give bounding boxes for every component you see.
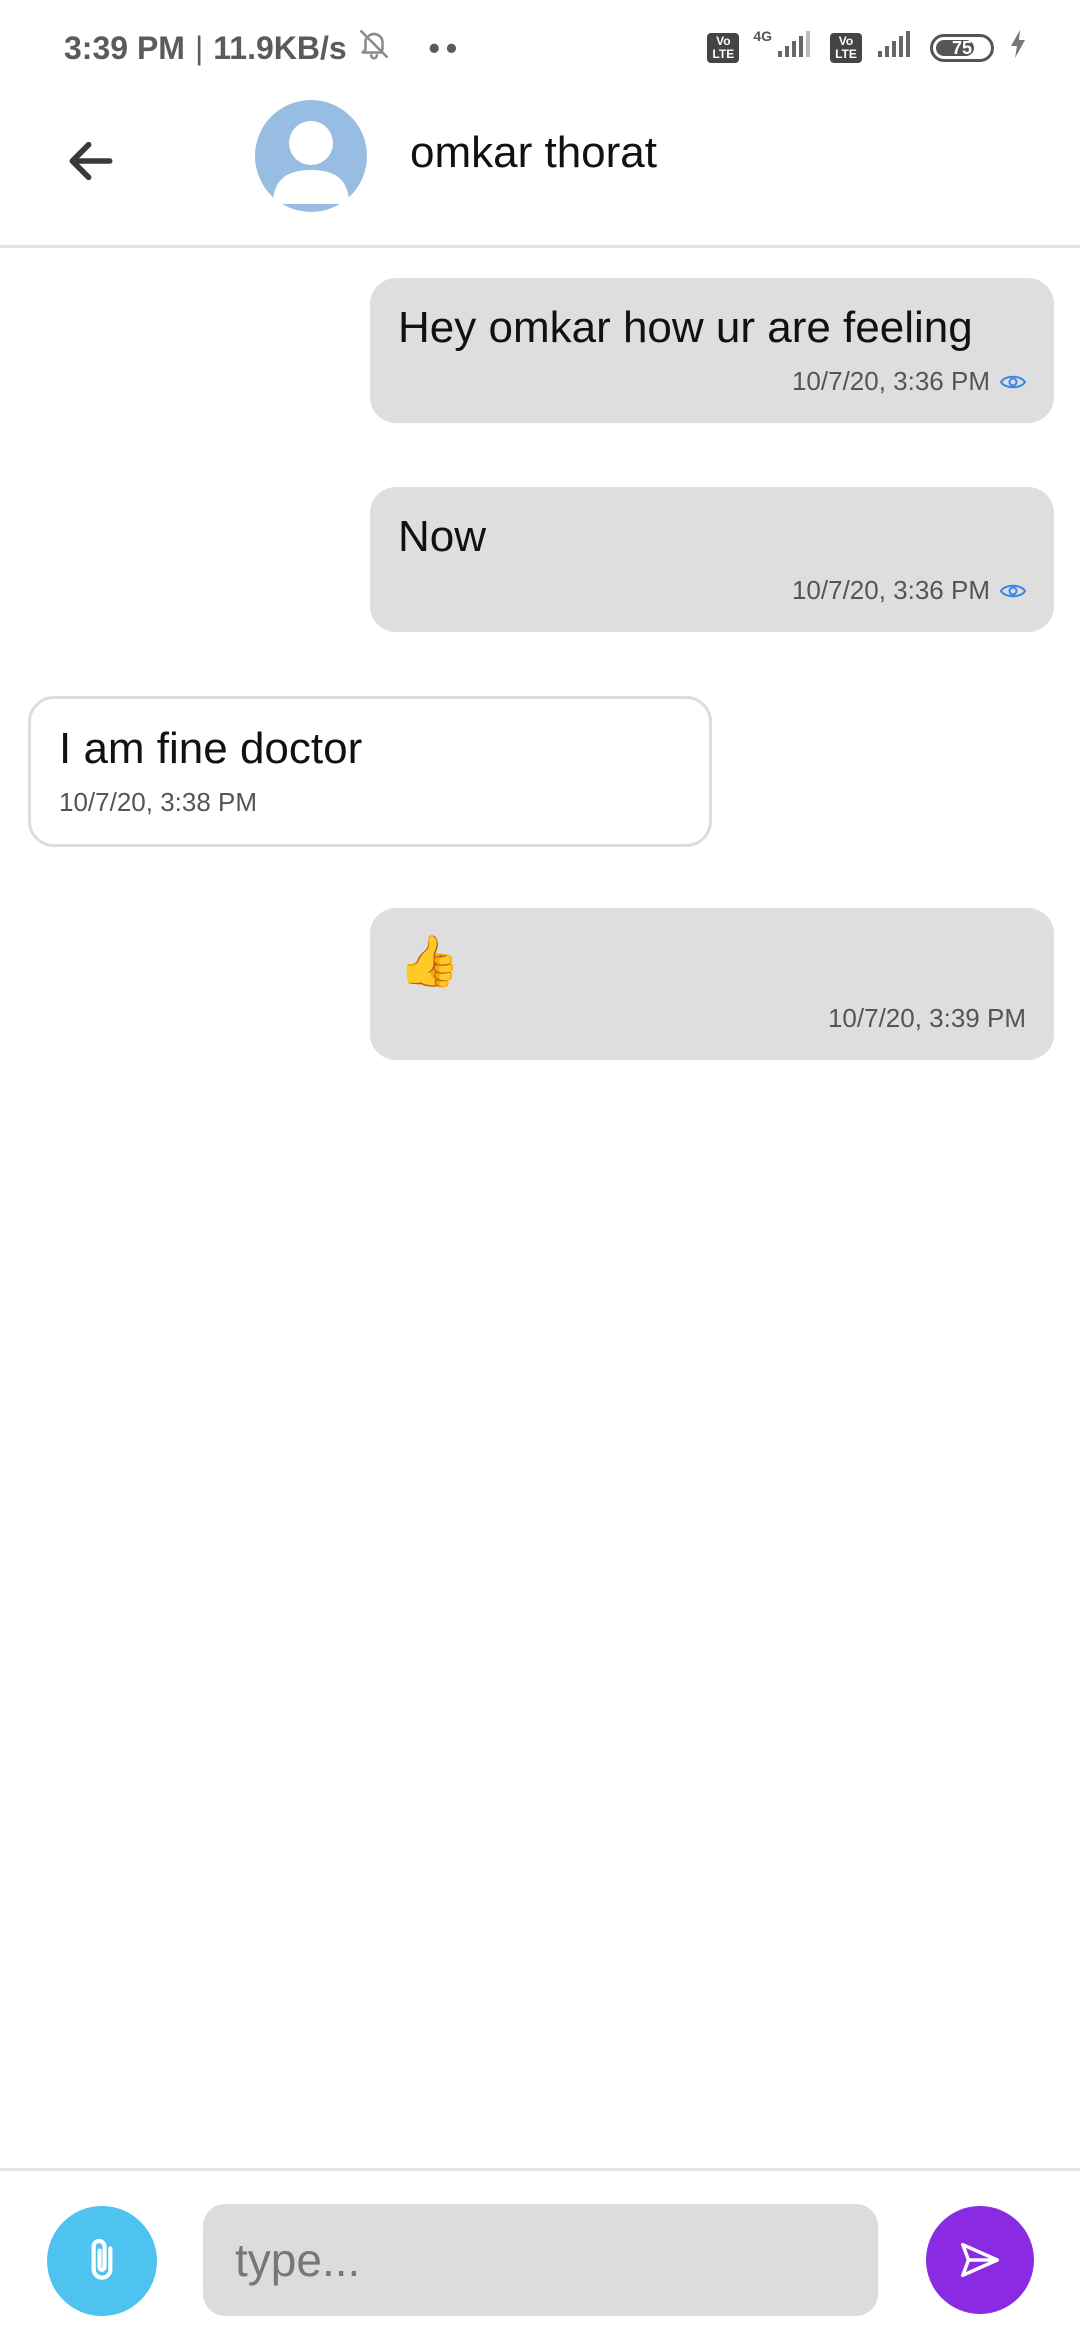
message-meta: 10/7/20, 3:36 PM xyxy=(398,366,1026,397)
paperclip-icon xyxy=(91,2238,113,2280)
message-timestamp: 10/7/20, 3:38 PM xyxy=(59,787,258,818)
message-timestamp: 10/7/20, 3:39 PM xyxy=(827,1003,1026,1033)
status-time: 3:39 PM xyxy=(64,29,185,66)
volte-badge-1: Vo LTE xyxy=(707,33,740,63)
arrow-left-icon xyxy=(69,141,113,181)
signal-icon xyxy=(776,29,816,67)
message-bubble-outgoing[interactable]: 👍 10/7/20, 3:39 PM xyxy=(370,908,1054,1060)
person-icon xyxy=(273,121,349,204)
chat-header: omkar thorat xyxy=(0,96,1080,248)
send-button[interactable] xyxy=(926,2206,1034,2314)
volte-badge-2: Vo LTE xyxy=(830,33,862,63)
network-type-label: 4G xyxy=(753,28,772,44)
status-right: Vo LTE 4G Vo LTE 75 xyxy=(707,28,1028,67)
paper-plane-icon xyxy=(961,2242,999,2278)
avatar[interactable] xyxy=(255,100,367,212)
status-network-speed: 11.9KB/s xyxy=(213,29,347,66)
contact-name[interactable]: omkar thorat xyxy=(410,128,657,178)
message-timestamp: 10/7/20, 3:36 PM xyxy=(791,575,990,606)
message-input[interactable] xyxy=(203,2204,878,2316)
status-more-dots: •• xyxy=(428,29,464,66)
back-button[interactable] xyxy=(52,122,130,200)
signal-icon xyxy=(876,29,916,67)
message-text: Hey omkar how ur are feeling xyxy=(398,303,973,352)
status-left: 3:39 PM | 11.9KB/s •• xyxy=(64,27,463,69)
battery-level: 75 xyxy=(951,37,973,58)
message-text: Now xyxy=(398,512,487,561)
message-meta: 10/7/20, 3:36 PM xyxy=(398,575,1026,606)
message-bubble-outgoing[interactable]: Now 10/7/20, 3:36 PM xyxy=(370,487,1054,633)
bolt-icon xyxy=(1008,29,1028,67)
composer-bar xyxy=(0,2168,1080,2340)
attach-button[interactable] xyxy=(47,2206,157,2316)
status-bar: 3:39 PM | 11.9KB/s •• Vo LTE 4G Vo LTE 7… xyxy=(0,0,1080,96)
message-text: 👍 xyxy=(398,933,461,989)
eye-icon xyxy=(1000,375,1026,389)
message-bubble-incoming[interactable]: I am fine doctor 10/7/20, 3:38 PM xyxy=(28,696,712,848)
message-meta: 10/7/20, 3:38 PM xyxy=(59,787,681,818)
message-meta: 10/7/20, 3:39 PM xyxy=(398,1003,1026,1034)
status-separator: | xyxy=(194,29,204,66)
bell-off-icon xyxy=(357,27,391,69)
message-timestamp: 10/7/20, 3:36 PM xyxy=(791,366,990,397)
battery-icon: 75 xyxy=(930,34,994,62)
message-text: I am fine doctor xyxy=(59,724,363,773)
message-bubble-outgoing[interactable]: Hey omkar how ur are feeling 10/7/20, 3:… xyxy=(370,278,1054,424)
eye-icon xyxy=(1000,584,1026,598)
